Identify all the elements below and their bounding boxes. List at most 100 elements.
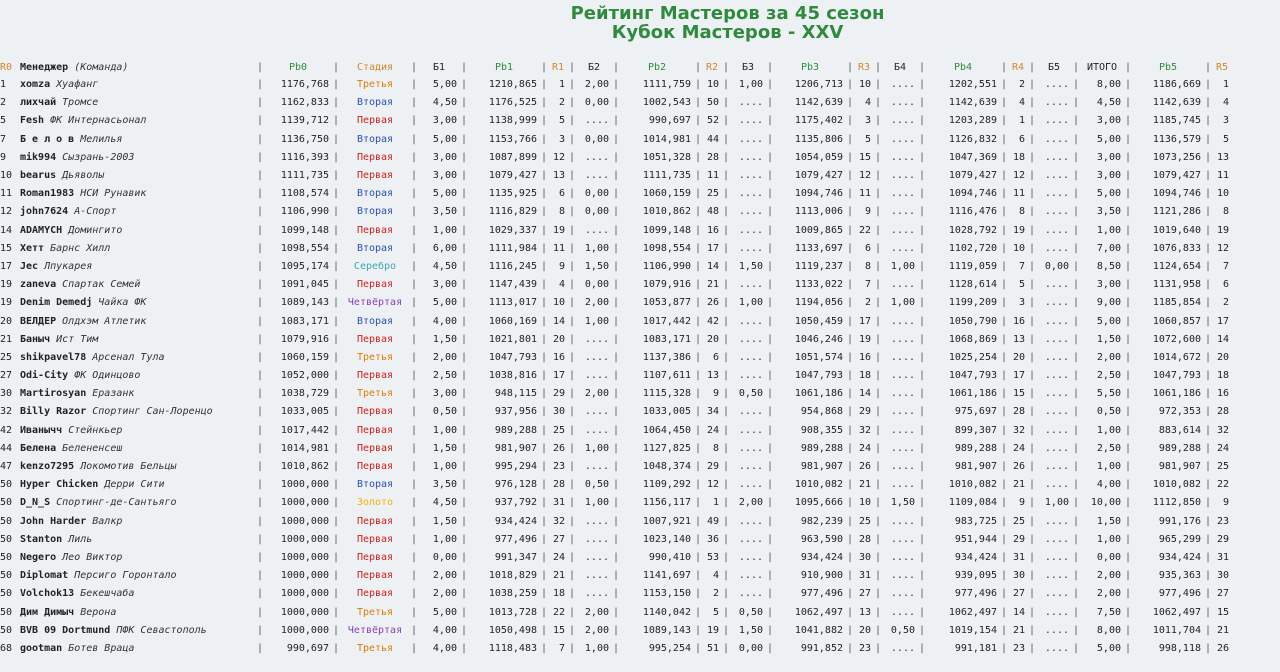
table-row: 21 Баныч Ист Тим | 1079,916 | Первая | 1,50 | 102…: [0, 331, 1232, 349]
rb2-cell: 1033,005: [642, 406, 691, 418]
b2-cell: ....: [584, 461, 609, 473]
b1-cell: 1,00: [432, 224, 457, 236]
rb0-cell: 1089,143: [280, 297, 329, 309]
r3-cell: 23: [858, 642, 871, 654]
manager-cell: zaneva Спартак Семей: [20, 276, 256, 294]
rb4-cell: 1094,746: [948, 188, 997, 200]
column-separator: |: [722, 370, 730, 382]
column-separator: |: [612, 370, 620, 382]
column-separator: |: [1124, 133, 1132, 145]
column-separator: |: [1204, 315, 1212, 327]
r5-cell: 12: [1216, 242, 1229, 254]
column-separator: |: [694, 351, 702, 363]
column-separator: |: [568, 279, 576, 291]
column-separator: |: [410, 224, 418, 236]
column-separator: |: [918, 497, 926, 509]
b5-cell: ....: [1044, 370, 1069, 382]
column-separator: |: [766, 206, 774, 218]
column-separator: |: [256, 624, 264, 636]
column-separator: |: [722, 570, 730, 582]
rb4-cell: 1010,082: [948, 479, 997, 491]
b1-cell: 1,50: [432, 442, 457, 454]
r0-cell: 11: [0, 188, 13, 200]
b3-cell: 0,50: [738, 388, 763, 400]
b4-cell: ....: [890, 515, 915, 527]
manager-name: Volchok13: [20, 588, 75, 600]
column-separator: |: [722, 624, 730, 636]
r5-cell: 4: [1222, 97, 1229, 109]
column-separator: |: [410, 624, 418, 636]
column-separator: |: [766, 406, 774, 418]
b5-cell: ....: [1044, 115, 1069, 127]
column-separator: |: [612, 388, 620, 400]
column-separator: |: [410, 297, 418, 309]
manager-cell: Martirosyan Еразанк: [20, 385, 256, 403]
manager-cell: Roman1983 НСИ Рунавик: [20, 185, 256, 203]
column-separator: |: [256, 260, 264, 272]
column-separator: |: [722, 424, 730, 436]
column-separator: |: [256, 133, 264, 145]
column-separator: |: [1124, 188, 1132, 200]
column-separator: |: [846, 351, 854, 363]
column-separator: |: [1028, 242, 1036, 254]
team-name: Ботев Враца: [68, 642, 135, 654]
b5-cell: ....: [1044, 424, 1069, 436]
b5-cell: ....: [1044, 224, 1069, 236]
column-separator: |: [766, 497, 774, 509]
stage-cell: Первая: [356, 333, 394, 345]
table-row: 42 Иванычч Стейнкьер | 1017,442 | Первая | 1,00…: [0, 422, 1232, 440]
column-separator: |: [540, 115, 548, 127]
column-separator: |: [694, 370, 702, 382]
b2-cell: 2,00: [584, 79, 609, 91]
column-separator: |: [568, 333, 576, 345]
b3-cell: ....: [738, 188, 763, 200]
column-separator: |: [540, 388, 548, 400]
column-separator: |: [918, 424, 926, 436]
rb0-cell: 1017,442: [280, 424, 329, 436]
manager-name: Хетт: [20, 242, 45, 254]
column-separator: |: [1072, 624, 1080, 636]
column-separator: |: [694, 170, 702, 182]
column-separator: |: [1000, 533, 1008, 545]
column-separator: |: [612, 606, 620, 618]
stage-cell: Третья: [356, 79, 394, 91]
column-separator: |: [1028, 206, 1036, 218]
column-separator: |: [1028, 297, 1036, 309]
r1-cell: 31: [552, 497, 565, 509]
rb3-cell: 1009,865: [794, 224, 843, 236]
b1-cell: 2,50: [432, 370, 457, 382]
column-separator: |: [1072, 206, 1080, 218]
rb0-cell: 1052,000: [280, 370, 329, 382]
r3-cell: 26: [858, 461, 871, 473]
r4-cell: 32: [1012, 424, 1025, 436]
manager-cell: mik994 Сызрань-2003: [20, 149, 256, 167]
column-separator: |: [568, 533, 576, 545]
r1-cell: 11: [552, 242, 565, 254]
column-separator: |: [722, 497, 730, 509]
r1-cell: 8: [558, 206, 565, 218]
column-separator: |: [256, 606, 264, 618]
rb3-cell: 1041,882: [794, 624, 843, 636]
column-separator: |: [918, 151, 926, 163]
column-separator: |: [1204, 406, 1212, 418]
column-separator: |: [846, 115, 854, 127]
column-separator: |: [766, 151, 774, 163]
column-separator: |: [766, 515, 774, 527]
column-separator: |: [540, 533, 548, 545]
manager-name: Белена: [20, 442, 57, 454]
column-separator: |: [918, 388, 926, 400]
r0-cell: 32: [0, 406, 13, 418]
r2-cell: 16: [706, 224, 719, 236]
column-separator: |: [722, 242, 730, 254]
rb1-cell: 1176,525: [488, 97, 537, 109]
column-separator: |: [1124, 515, 1132, 527]
b3-cell: ....: [738, 461, 763, 473]
r1-cell: 5: [558, 115, 565, 127]
b5-cell: ....: [1044, 97, 1069, 109]
column-separator: |: [1000, 642, 1008, 654]
r5-cell: 16: [1216, 388, 1229, 400]
rb1-cell: 1038,816: [488, 370, 537, 382]
r5-cell: 13: [1216, 151, 1229, 163]
column-separator: |: [256, 642, 264, 654]
b2-cell: 0,00: [584, 279, 609, 291]
